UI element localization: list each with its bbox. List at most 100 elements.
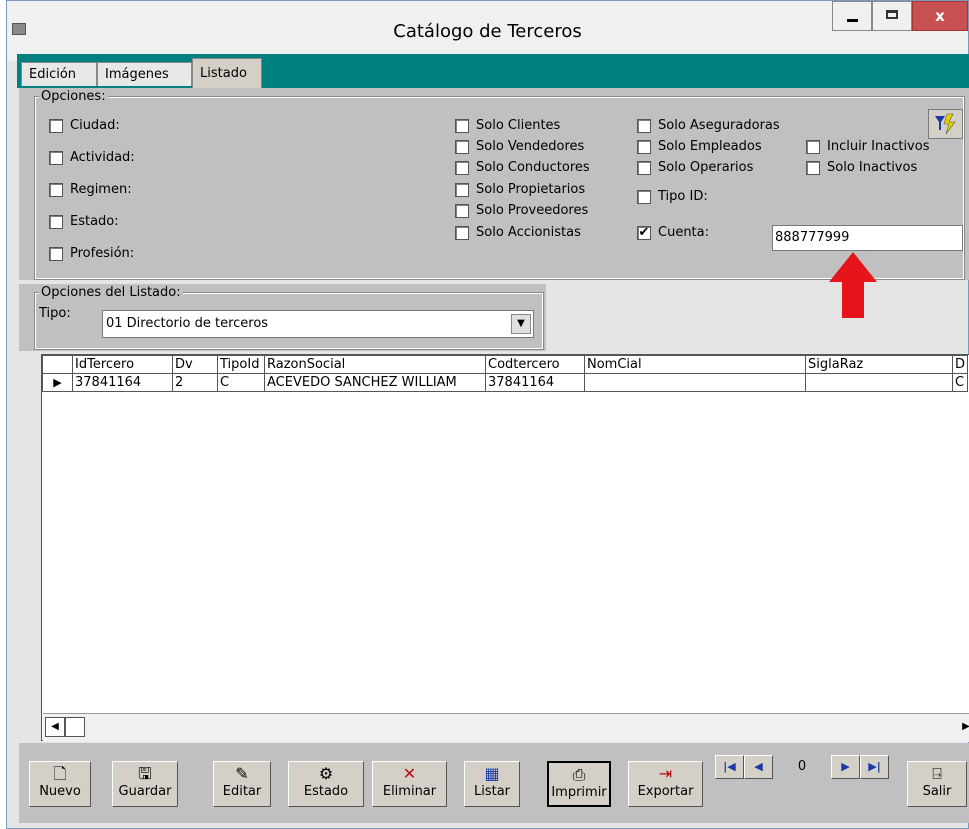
minimize-button[interactable] — [832, 1, 872, 31]
cell-razonsocial[interactable]: ACEVEDO SANCHEZ WILLIAM — [264, 373, 486, 392]
prev-record-button[interactable]: ◀ — [744, 755, 773, 779]
horizontal-scrollbar[interactable]: ◀ ▶ — [43, 713, 969, 742]
checkbox-ciudad[interactable]: Ciudad: — [49, 118, 120, 133]
tab-edicion[interactable]: Edición — [21, 62, 97, 86]
list-calendar-icon: ▦ — [484, 764, 500, 783]
results-grid[interactable]: IdTercero Dv TipoId RazonSocial Codterce… — [41, 354, 969, 741]
col-idtercero[interactable]: IdTercero — [72, 355, 173, 374]
title-bar[interactable]: Catálogo de Terceros x — [7, 1, 968, 61]
checkbox-regimen[interactable]: Regimen: — [49, 182, 132, 197]
checkbox-label: Solo Inactivos — [827, 160, 918, 175]
checkbox-box[interactable] — [49, 118, 63, 133]
checkbox-solo-clientes[interactable]: Solo Clientes — [455, 118, 560, 133]
checkbox-box[interactable] — [455, 139, 469, 154]
eliminar-button[interactable]: ✕ Eliminar — [372, 761, 447, 807]
grid-header-row: IdTercero Dv TipoId RazonSocial Codterce… — [42, 355, 969, 374]
checkbox-solo-empleados[interactable]: Solo Empleados — [637, 139, 762, 154]
last-record-button[interactable]: ▶| — [860, 755, 889, 779]
col-razonsocial[interactable]: RazonSocial — [264, 355, 486, 374]
checkbox-solo-proveedores[interactable]: Solo Proveedores — [455, 203, 588, 218]
button-label: Guardar — [118, 784, 172, 799]
checkbox-box[interactable] — [637, 189, 651, 204]
next-record-button[interactable]: ▶ — [831, 755, 860, 779]
checkbox-box[interactable] — [637, 160, 651, 175]
col-nomcial[interactable]: NomCial — [584, 355, 806, 374]
checkbox-box[interactable] — [455, 225, 469, 240]
checkbox-box[interactable] — [49, 150, 63, 165]
checkbox-label: Solo Conductores — [476, 160, 590, 175]
cell-idtercero[interactable]: 37841164 — [72, 373, 173, 392]
checkbox-solo-aseguradoras[interactable]: Solo Aseguradoras — [637, 118, 780, 133]
cell-d[interactable]: C — [951, 373, 969, 392]
checkbox-incluir-inactivos[interactable]: Incluir Inactivos — [806, 139, 929, 154]
cell-dv[interactable]: 2 — [172, 373, 218, 392]
nuevo-button[interactable]: 🗋 Nuevo — [29, 761, 91, 807]
checkbox-solo-vendedores[interactable]: Solo Vendedores — [455, 139, 584, 154]
chevron-down-icon[interactable]: ▼ — [511, 314, 531, 334]
checkbox-box-checked[interactable]: ✔ — [637, 225, 651, 240]
row-selector-header — [42, 355, 73, 374]
checkbox-solo-conductores[interactable]: Solo Conductores — [455, 160, 590, 175]
guardar-button[interactable]: 🖫 Guardar — [112, 761, 178, 807]
checkbox-box[interactable] — [455, 118, 469, 133]
checkbox-cuenta[interactable]: ✔ Cuenta: — [637, 225, 709, 240]
checkbox-box[interactable] — [49, 246, 63, 261]
checkbox-box[interactable] — [637, 139, 651, 154]
cell-codtercero[interactable]: 37841164 — [485, 373, 585, 392]
tab-listado[interactable]: Listado — [192, 58, 262, 88]
cell-nomcial[interactable] — [584, 373, 806, 392]
scrollbar-thumb[interactable] — [65, 717, 85, 737]
exportar-button[interactable]: ⇥ Exportar — [628, 761, 703, 807]
checkbox-actividad[interactable]: Actividad: — [49, 150, 135, 165]
imprimir-button[interactable]: ⎙ Imprimir — [547, 761, 611, 807]
filter-wand-button[interactable] — [928, 109, 963, 139]
checkbox-box[interactable] — [637, 118, 651, 133]
red-up-arrow-annotation — [829, 252, 877, 318]
checkbox-box[interactable] — [49, 182, 63, 197]
listar-button[interactable]: ▦ Listar — [464, 761, 520, 807]
scroll-left-icon[interactable]: ◀ — [45, 717, 65, 737]
button-label: Estado — [303, 784, 349, 799]
cell-siglaraz[interactable] — [805, 373, 953, 392]
checkbox-solo-operarios[interactable]: Solo Operarios — [637, 160, 753, 175]
col-codtercero[interactable]: Codtercero — [485, 355, 585, 374]
button-label: Editar — [222, 784, 262, 799]
cuenta-input[interactable]: 888777999 — [772, 225, 963, 251]
checkbox-solo-propietarios[interactable]: Solo Propietarios — [455, 182, 585, 197]
checkbox-label: Incluir Inactivos — [827, 139, 930, 154]
checkbox-estado[interactable]: Estado: — [49, 214, 119, 229]
tab-imagenes[interactable]: Imágenes — [97, 62, 192, 86]
checkbox-box[interactable] — [455, 182, 469, 197]
tipo-select[interactable]: 01 Directorio de terceros ▼ — [102, 310, 534, 338]
table-row[interactable]: ▶ 37841164 2 C ACEVEDO SANCHEZ WILLIAM 3… — [42, 373, 969, 392]
col-d[interactable]: D — [951, 355, 969, 374]
printer-icon: ⎙ — [572, 765, 586, 784]
checkbox-box[interactable] — [455, 160, 469, 175]
close-button[interactable]: x — [912, 1, 968, 31]
checkbox-solo-accionistas[interactable]: Solo Accionistas — [455, 225, 581, 240]
checkbox-profesion[interactable]: Profesión: — [49, 246, 134, 261]
first-record-button[interactable]: |◀ — [715, 755, 744, 779]
col-dv[interactable]: Dv — [172, 355, 218, 374]
col-siglaraz[interactable]: SiglaRaz — [805, 355, 953, 374]
checkbox-label: Solo Propietarios — [476, 182, 586, 197]
checkbox-label: Ciudad: — [70, 118, 120, 133]
checkbox-box[interactable] — [806, 160, 820, 175]
editar-button[interactable]: ✎ Editar — [213, 761, 271, 807]
exit-door-icon: ⍈ — [932, 764, 942, 783]
checkbox-solo-inactivos[interactable]: Solo Inactivos — [806, 160, 917, 175]
maximize-button[interactable] — [872, 1, 912, 31]
checkbox-box[interactable] — [806, 139, 820, 154]
salir-button[interactable]: ⍈ Salir — [907, 761, 967, 807]
checkbox-box[interactable] — [455, 203, 469, 218]
col-tipoid[interactable]: TipoId — [217, 355, 265, 374]
scroll-right-icon[interactable]: ▶ — [956, 717, 969, 737]
estado-button[interactable]: ⚙ Estado — [288, 761, 364, 807]
checkbox-box[interactable] — [49, 214, 63, 229]
checkbox-label: Cuenta: — [658, 225, 709, 240]
checkbox-tipo-id[interactable]: Tipo ID: — [637, 189, 708, 204]
grid-table: IdTercero Dv TipoId RazonSocial Codterce… — [42, 355, 969, 392]
cell-tipoid[interactable]: C — [217, 373, 265, 392]
button-label: Exportar — [637, 784, 694, 799]
tipo-label: Tipo: — [39, 306, 71, 321]
